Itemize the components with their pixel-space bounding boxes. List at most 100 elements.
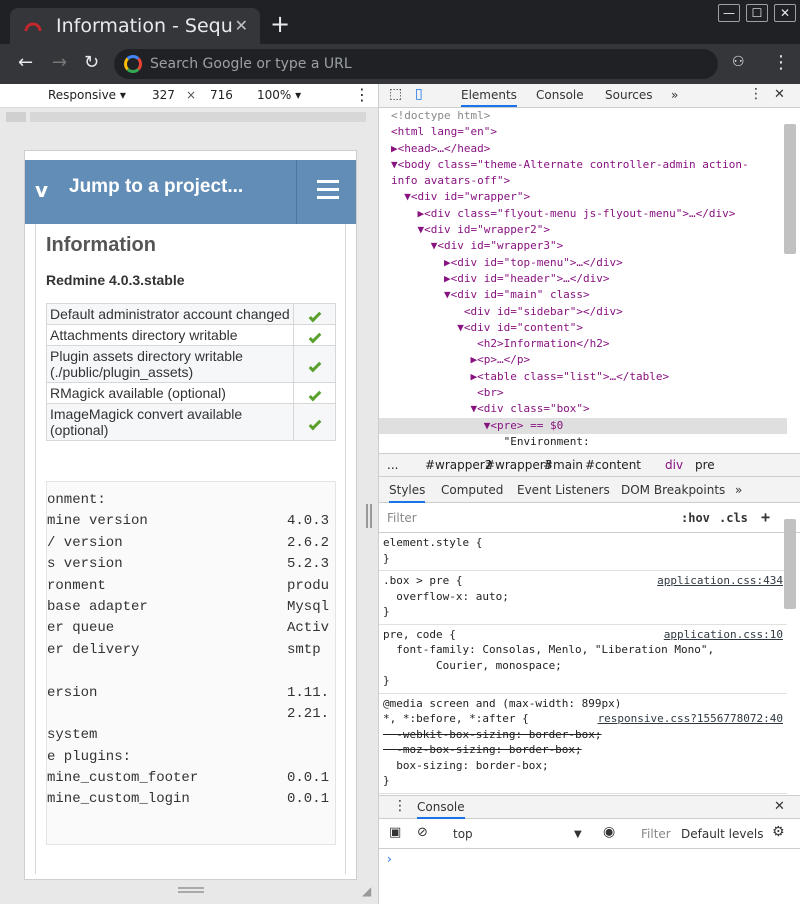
dom-node[interactable]: ▼<div id="wrapper">	[379, 189, 787, 205]
tab-elements[interactable]: Elements	[461, 88, 517, 107]
tab-console-drawer[interactable]: Console	[417, 800, 465, 819]
dom-node[interactable]: ▼<pre> == $0	[379, 417, 787, 434]
ruler-segment[interactable]	[30, 112, 366, 122]
tab-sources[interactable]: Sources	[605, 88, 652, 102]
close-devtools-icon[interactable]: ✕	[774, 87, 785, 102]
log-levels-select[interactable]: Default levels	[681, 827, 763, 841]
breadcrumb-item[interactable]: div	[665, 458, 683, 472]
device-mode-select[interactable]: Responsive ▾	[48, 88, 126, 102]
breadcrumb-item[interactable]: #content	[585, 458, 641, 472]
dom-node[interactable]: ▶<p>…</p>	[379, 352, 787, 368]
pre-line: onment:	[47, 492, 335, 513]
breadcrumb: ... #wrapper2 #wrapper3 #main #content div pre	[379, 453, 800, 477]
dom-node[interactable]: "Environment:	[379, 434, 787, 450]
styles-scrollbar[interactable]	[784, 519, 796, 609]
rule-source-link[interactable]: application.css:10	[664, 628, 783, 641]
dom-node[interactable]: ▶<head>…</head>	[379, 141, 787, 157]
more-tabs-icon[interactable]: »	[671, 88, 678, 102]
hamburger-menu-icon[interactable]	[317, 180, 339, 204]
close-tab-icon[interactable]: ✕	[235, 16, 248, 35]
css-rule[interactable]: pre, code { font-family: Consolas, Menlo…	[379, 625, 787, 694]
zoom-select[interactable]: 100% ▾	[257, 88, 301, 102]
ruler-segment[interactable]	[6, 112, 26, 122]
tab-dom-breakpoints[interactable]: DOM Breakpoints	[621, 483, 725, 497]
dom-scrollbar[interactable]	[784, 124, 796, 254]
device-more-icon[interactable]: ⋮	[354, 85, 370, 104]
dom-node[interactable]: <h2>Information</h2>	[379, 336, 787, 352]
environment-pre-box[interactable]: onment: mine version 4.0.3 / version 2.6.2 s …	[46, 481, 336, 845]
tab-event-listeners[interactable]: Event Listeners	[517, 483, 610, 497]
device-toggle-icon[interactable]: ▯	[415, 86, 423, 102]
breadcrumb-item[interactable]: #main	[543, 458, 583, 472]
back-icon[interactable]: ←	[18, 52, 33, 74]
reload-icon[interactable]: ↻	[84, 52, 99, 74]
css-rule[interactable]: @media screen and (max-width: 899px) *, *…	[379, 694, 787, 794]
dom-node[interactable]: ▶<div id="header">…</div>	[379, 271, 787, 287]
console-filter-input[interactable]: Filter	[641, 827, 671, 841]
context-select[interactable]: top	[453, 827, 473, 841]
close-drawer-icon[interactable]: ✕	[774, 799, 785, 814]
cast-icon[interactable]: ⚇	[732, 54, 745, 70]
css-line: }	[383, 551, 390, 565]
project-jump-button[interactable]: Jump to a project...	[69, 176, 243, 198]
sidebar-toggle-icon[interactable]: ▣	[389, 825, 401, 840]
tab-computed[interactable]: Computed	[441, 483, 503, 497]
console-settings-icon[interactable]: ⚙	[772, 824, 785, 840]
maximize-icon[interactable]: ☐	[746, 4, 768, 22]
cls-toggle[interactable]: .cls	[719, 511, 748, 525]
dom-node[interactable]: ▼<div id="main" class>	[379, 287, 787, 303]
breadcrumb-item[interactable]: #wrapper2	[425, 458, 492, 472]
dom-node[interactable]: ▼<div id="wrapper3">	[379, 238, 787, 254]
clear-console-icon[interactable]: ⊘	[417, 825, 428, 840]
dom-node[interactable]: <html lang="en">	[379, 124, 787, 140]
more-vert-icon[interactable]: ⋮	[772, 52, 790, 73]
css-rule[interactable]: .box > pre { overflow-x: auto;} applicati…	[379, 571, 787, 625]
inspect-element-icon[interactable]: ⬚	[389, 86, 402, 102]
styles-filter-input[interactable]: Filter	[387, 511, 417, 525]
chevron-down-icon[interactable]: ▼	[574, 829, 582, 840]
dom-node[interactable]: ▼<div class="box">	[379, 401, 787, 417]
table-row: Default administrator account changed	[46, 303, 336, 325]
rule-source-link[interactable]: responsive.css?1556778072:40	[598, 712, 783, 725]
close-window-icon[interactable]: ✕	[774, 4, 796, 22]
devtools-menu-icon[interactable]: ⋮	[749, 86, 763, 102]
omnibox[interactable]: Search Google or type a URL	[114, 49, 718, 79]
console-prompt[interactable]: ›	[387, 852, 392, 866]
viewport-height-input[interactable]: 716	[210, 88, 233, 102]
breadcrumb-item[interactable]: ...	[387, 458, 398, 472]
table-row: Plugin assets directory writable (./publ…	[46, 345, 336, 383]
corner-resize-icon[interactable]: ◢	[362, 884, 371, 898]
forward-icon[interactable]: →	[52, 52, 67, 74]
minimize-icon[interactable]: —	[718, 4, 740, 22]
dom-node[interactable]: ▶<div id="top-menu">…</div>	[379, 255, 787, 271]
viewport-width-input[interactable]: 327	[152, 88, 175, 102]
pre-key: onment:	[47, 492, 106, 508]
hov-toggle[interactable]: :hov	[681, 511, 710, 525]
drawer-menu-icon[interactable]: ⋮	[393, 798, 407, 814]
redmine-header: v Jump to a project...	[25, 160, 356, 224]
dom-node[interactable]: <div id="sidebar"></div>	[379, 304, 787, 320]
device-resize-handle[interactable]	[178, 887, 204, 893]
viewport-resize-grip[interactable]	[366, 504, 372, 528]
dom-node[interactable]: ▶<table class="list">…</table>	[379, 369, 787, 385]
chevron-down-icon[interactable]: v	[35, 178, 48, 202]
breadcrumb-item[interactable]: pre	[695, 458, 715, 472]
more-style-tabs-icon[interactable]: »	[735, 483, 742, 497]
dom-node[interactable]: ▶<div class="flyout-menu js-flyout-menu"…	[379, 206, 787, 222]
css-rule[interactable]: element.style {}	[379, 533, 787, 571]
eye-icon[interactable]: ◉	[603, 824, 615, 840]
rule-source-link[interactable]: application.css:434	[657, 574, 783, 587]
new-rule-icon[interactable]: +	[761, 508, 770, 526]
browser-titlebar: Information - Sequ ✕ + — ☐ ✕	[0, 0, 800, 44]
tab-console[interactable]: Console	[536, 88, 584, 102]
browser-tab[interactable]: Information - Sequ ✕	[10, 8, 260, 44]
dom-node[interactable]: ▼<body class="theme-Alternate controller…	[379, 157, 787, 173]
dom-tree[interactable]: <!doctype html> <html lang="en"> ▶<head>…<…	[379, 108, 787, 453]
dom-node[interactable]: <!doctype html>	[379, 108, 787, 124]
dom-node[interactable]: ▼<div id="wrapper2">	[379, 222, 787, 238]
dom-node[interactable]: ▼<div id="content">	[379, 320, 787, 336]
new-tab-icon[interactable]: +	[270, 12, 290, 36]
dom-node[interactable]: <br>	[379, 385, 787, 401]
dom-node[interactable]: info avatars-off">	[379, 173, 787, 189]
tab-styles[interactable]: Styles	[389, 483, 426, 503]
